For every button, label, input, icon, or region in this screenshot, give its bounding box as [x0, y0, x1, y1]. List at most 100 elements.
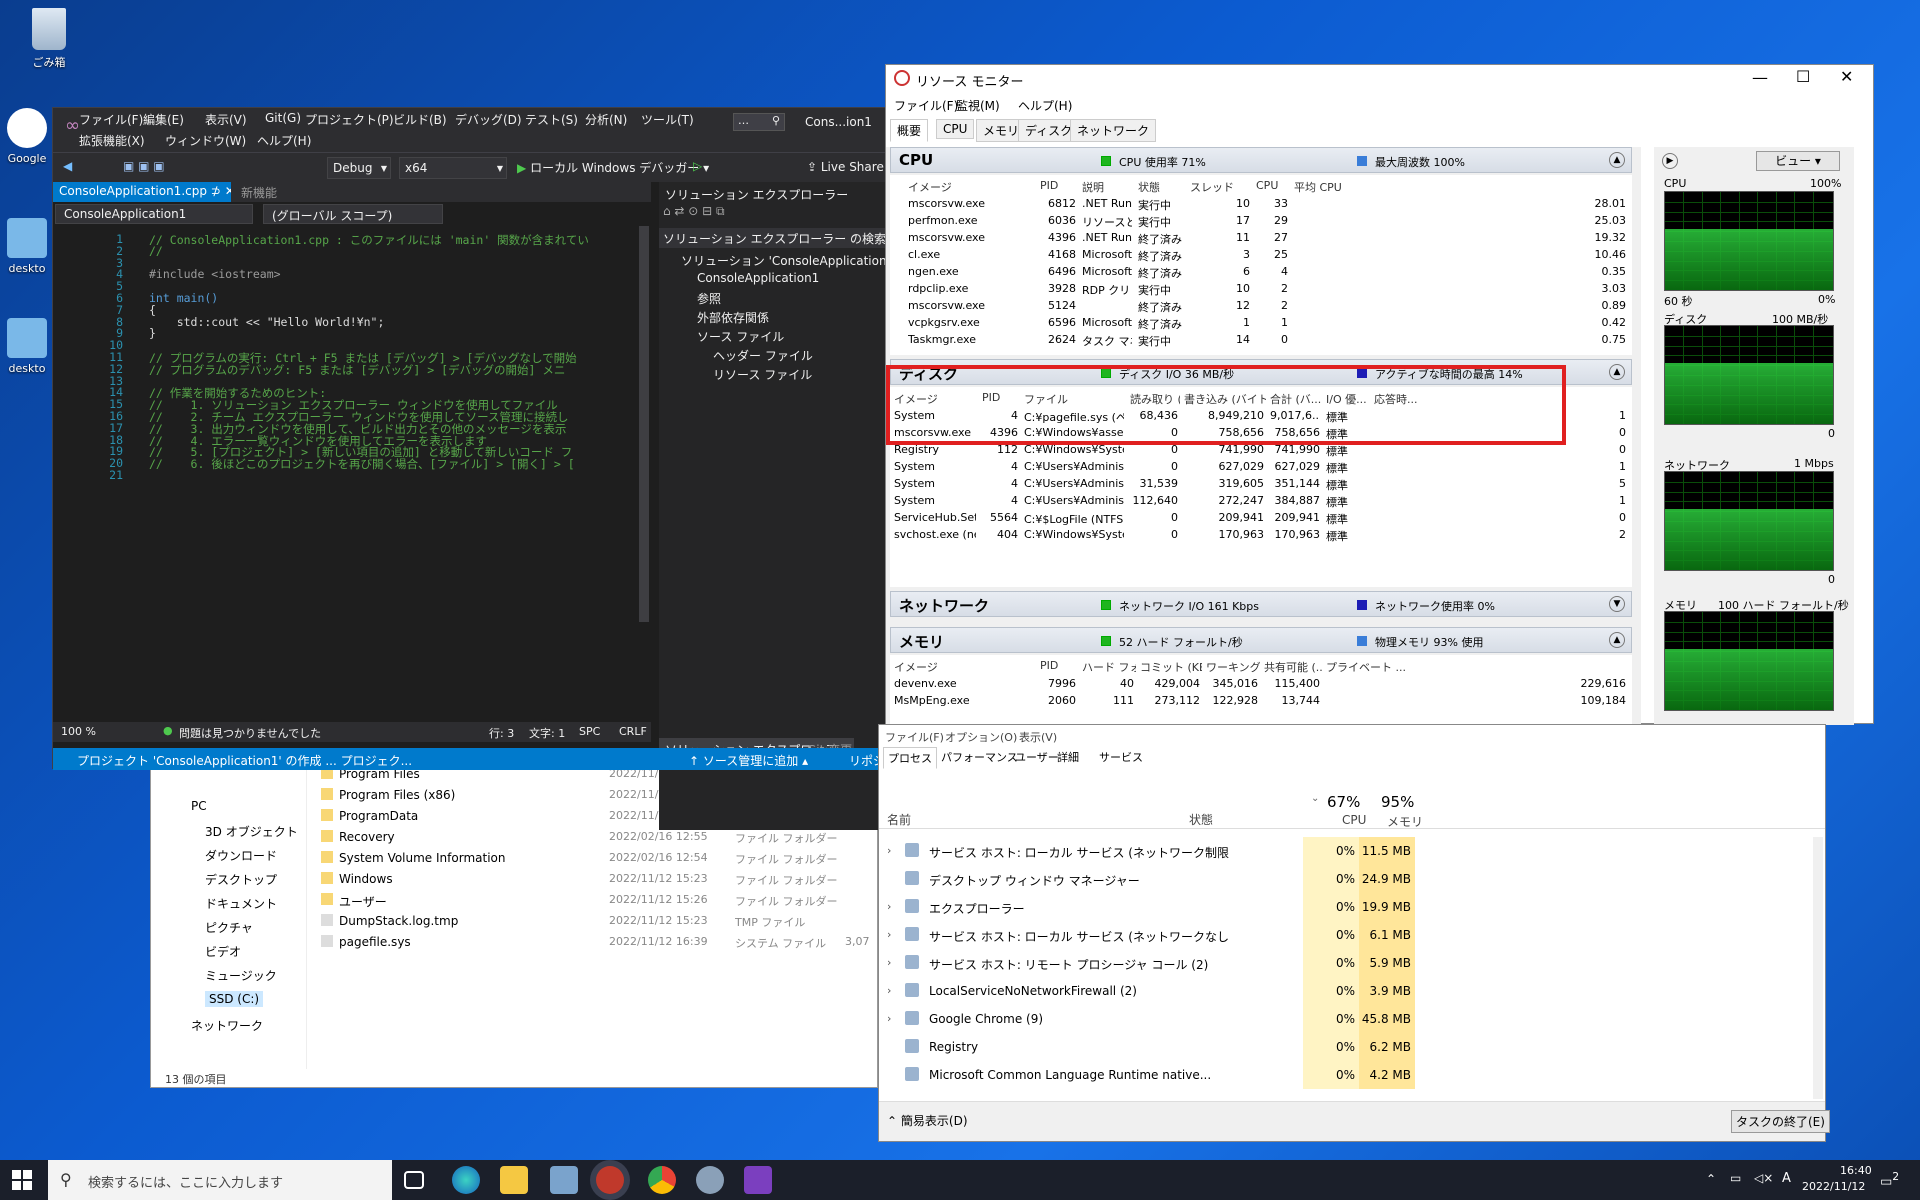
solution-tree-item[interactable]: リソース ファイル — [713, 366, 812, 383]
save-all-icon[interactable]: ▣ ▣ ▣ — [123, 159, 165, 173]
nav-item[interactable]: ドキュメント — [205, 895, 277, 912]
column-header[interactable]: PID — [1040, 179, 1078, 192]
network-tray-icon[interactable]: ▭ — [1730, 1171, 1741, 1185]
vs-menu-item[interactable]: 編集(E) — [143, 111, 184, 128]
edge-icon[interactable] — [452, 1166, 480, 1194]
fewer-details-button[interactable]: ⌃ 簡易表示(D) — [887, 1112, 968, 1129]
close-icon[interactable]: ✕ — [1840, 67, 1853, 86]
rm-menu-item[interactable]: ファイル(F) — [894, 97, 958, 114]
nav-item[interactable]: ピクチャ — [205, 919, 253, 936]
file-name[interactable]: Recovery — [339, 830, 599, 844]
process-name[interactable]: サービス ホスト: ローカル サービス (ネットワーク制限... — [929, 844, 1229, 861]
code-line[interactable]: // 6. 後ほどこのプロジェクトを再び開く場合、[ファイル] > [開く] >… — [149, 456, 575, 472]
vs-menu-item[interactable]: Git(G) — [265, 111, 301, 125]
code-line[interactable]: } — [149, 326, 156, 340]
desktop-icon-2[interactable]: deskto — [0, 318, 54, 375]
file-name[interactable]: ProgramData — [339, 809, 599, 823]
desktop-icon-1[interactable]: deskto — [0, 218, 54, 275]
file-name[interactable]: ユーザー — [339, 893, 599, 910]
column-header[interactable]: スレッド — [1190, 179, 1252, 195]
expand-chevron-icon[interactable]: › — [887, 900, 891, 913]
column-header[interactable]: ハード フォー... — [1082, 659, 1136, 675]
column-header[interactable]: イメージ — [894, 391, 978, 407]
process-name[interactable]: サービス ホスト: リモート プロシージャ コール (2) — [929, 956, 1229, 973]
maximize-icon[interactable]: ☐ — [1796, 67, 1810, 86]
tm-tab-0[interactable]: プロセス — [883, 747, 937, 769]
vs-search-box[interactable]: … ⚲ — [733, 113, 785, 131]
file-explorer-icon[interactable] — [500, 1166, 528, 1194]
tab-consoleapplication1-cpp[interactable]: ConsoleApplication1.cpp ⊅ ✕ — [53, 182, 231, 202]
config-select[interactable]: Debug ▼ — [327, 157, 391, 179]
file-name[interactable]: Program Files (x86) — [339, 788, 599, 802]
expand-icon[interactable]: ▼ — [1609, 596, 1625, 612]
project-scope-select[interactable]: ConsoleApplication1 — [55, 204, 253, 224]
vs-menu-item[interactable]: ビルド(B) — [393, 111, 447, 128]
line-ending[interactable]: CRLF — [619, 725, 647, 738]
desktop-icon-google[interactable]: Google — [0, 108, 54, 165]
solution-tree-item[interactable]: 外部依存関係 — [697, 309, 769, 326]
code-line[interactable]: int main() — [149, 291, 218, 305]
cpu-section-header[interactable]: CPU CPU 使用率 71% 最大周波数 100% ▲ — [890, 147, 1632, 173]
play-outline-icon[interactable]: ▷ — [693, 159, 702, 173]
process-name[interactable]: エクスプローラー — [929, 900, 1229, 917]
column-header[interactable]: 説明 — [1082, 179, 1134, 195]
notification-icon[interactable]: ▭2 — [1880, 1170, 1899, 1189]
expand-chevron-icon[interactable]: › — [887, 844, 891, 857]
column-header[interactable]: 合計 (バ... — [1270, 391, 1322, 407]
file-name[interactable]: Windows — [339, 872, 599, 886]
code-line[interactable]: // ConsoleApplication1.cpp : このファイルには 'm… — [149, 232, 589, 248]
rm-menu-item[interactable]: ヘルプ(H) — [1018, 97, 1072, 114]
column-header[interactable]: 共有可能 (... — [1264, 659, 1322, 675]
vs-menu-item[interactable]: 表示(V) — [205, 111, 247, 128]
nav-item[interactable]: ネットワーク — [191, 1017, 263, 1034]
column-header[interactable]: CPU — [1256, 179, 1290, 192]
editor-scrollbar[interactable] — [639, 226, 649, 622]
col-name[interactable]: 名前 — [887, 811, 911, 828]
spacing-mode[interactable]: SPC — [579, 725, 600, 738]
minimize-icon[interactable]: — — [1752, 68, 1768, 87]
cpu-total[interactable]: 67% — [1327, 793, 1360, 811]
column-header[interactable]: PID — [982, 391, 1020, 404]
code-line[interactable]: std::cout << "Hello World!¥n"; — [149, 315, 385, 329]
column-header[interactable]: I/O 優... — [1326, 391, 1370, 407]
solution-tree-item[interactable]: ソリューション 'ConsoleApplication1' (1 — [681, 252, 914, 269]
task-view-icon[interactable] — [404, 1171, 424, 1189]
end-task-button[interactable]: タスクの終了(E) — [1731, 1110, 1830, 1133]
column-header[interactable]: ファイル — [1024, 391, 1126, 407]
column-header[interactable]: 応答時... — [1374, 391, 1628, 407]
tm-scrollbar[interactable] — [1813, 837, 1823, 1099]
tray-chevron-icon[interactable]: ⌃ — [1706, 1172, 1716, 1186]
visual-studio-icon[interactable] — [744, 1166, 772, 1194]
clock-time[interactable]: 16:40 — [1840, 1164, 1872, 1177]
column-header[interactable]: PID — [1040, 659, 1078, 672]
back-icon[interactable]: ◀ — [63, 159, 72, 173]
file-name[interactable]: System Volume Information — [339, 851, 599, 865]
code-line[interactable]: #include <iostream> — [149, 267, 281, 281]
column-header[interactable]: プライベート ... — [1326, 659, 1628, 675]
process-name[interactable]: Google Chrome (9) — [929, 1012, 1229, 1026]
collapse-icon[interactable]: ▲ — [1609, 152, 1625, 168]
process-name[interactable]: Microsoft Common Language Runtime native… — [929, 1068, 1229, 1082]
ime-indicator[interactable]: A — [1782, 1171, 1791, 1186]
mem-total[interactable]: 95% — [1381, 793, 1414, 811]
control-panel-icon[interactable] — [550, 1166, 578, 1194]
live-share-button[interactable]: ⇪ Live Share — [807, 160, 884, 174]
pin-icon[interactable]: ⊅ — [211, 184, 221, 198]
solution-search-input[interactable]: ソリューション エクスプローラー の検索 (Ctrl+;) — [659, 228, 891, 248]
file-name[interactable]: DumpStack.log.tmp — [339, 914, 599, 928]
view-select[interactable]: ビュー ▾ — [1756, 151, 1840, 171]
column-header[interactable]: 平均 CPU — [1294, 179, 1628, 195]
memory-section-header[interactable]: メモリ 52 ハード フォールト/秒 物理メモリ 93% 使用 ▲ — [890, 627, 1632, 653]
tm-tab-1[interactable]: パフォーマンス — [937, 747, 1022, 767]
solution-tree-item[interactable]: ソース ファイル — [697, 328, 784, 345]
disk-section-header[interactable]: ディスク ディスク I/O 36 MB/秒 アクティブな時間の最高 14% ▲ — [890, 359, 1632, 385]
column-header[interactable]: 書き込み (バイト/秒) — [1184, 391, 1266, 407]
rm-tab-4[interactable]: ネットワーク — [1070, 119, 1157, 142]
rm-tab-1[interactable]: CPU — [936, 119, 975, 139]
tm-menu-item[interactable]: オプション(O) — [945, 729, 1017, 745]
code-line[interactable]: // プログラムのデバッグ: F5 または [デバッグ] > [デバッグの開始]… — [149, 362, 565, 378]
collapse-icon[interactable]: ▲ — [1609, 632, 1625, 648]
vs-menu-item[interactable]: プロジェクト(P) — [305, 111, 394, 128]
nav-item[interactable]: 3D オブジェクト — [205, 823, 298, 840]
zoom-level[interactable]: 100 % — [61, 725, 96, 738]
